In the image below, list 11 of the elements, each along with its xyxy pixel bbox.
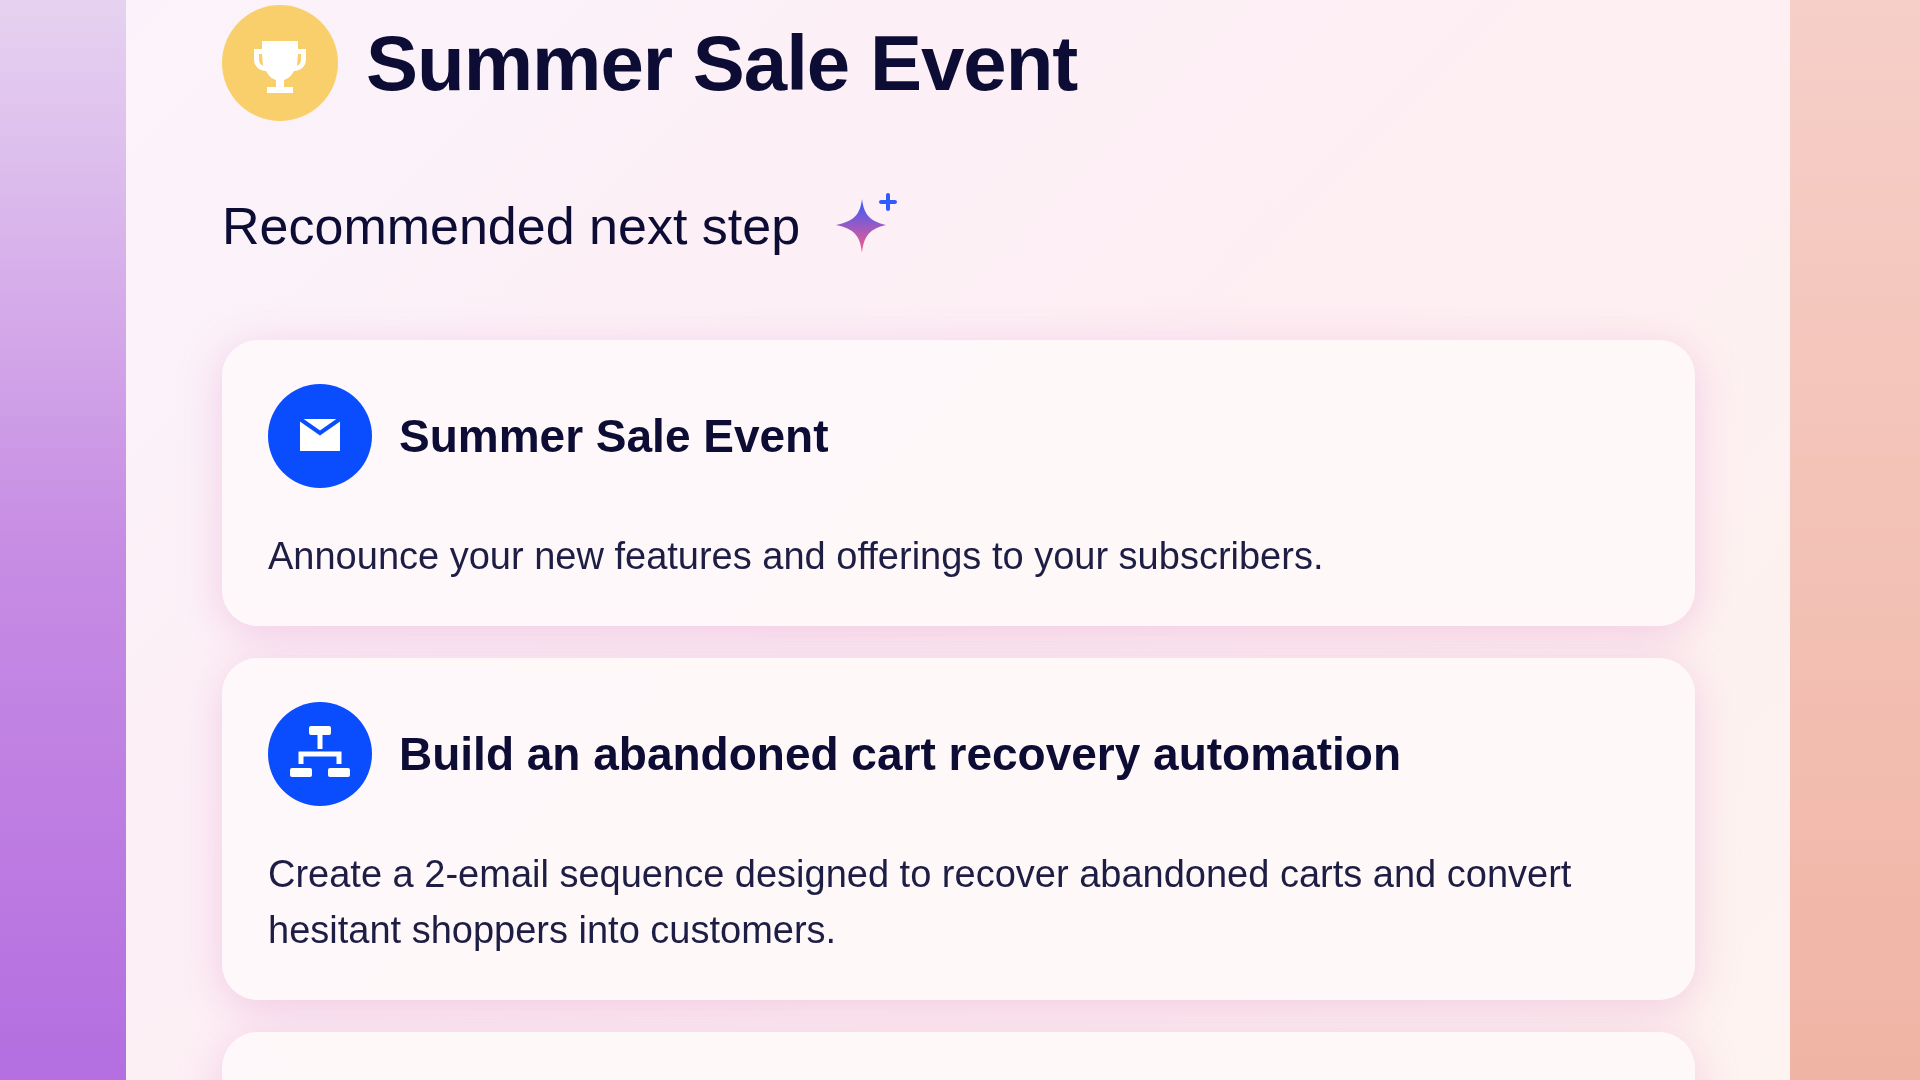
card-title: Summer Sale Event [399,409,829,463]
envelope-icon [268,384,372,488]
section-title: Recommended next step [222,196,801,256]
recommendation-card[interactable]: Build an abandoned cart recovery automation Create a 2-email sequence designed to recover abandoned carts and convert hesitant shoppers into customers. [222,658,1695,1000]
card-description: Create a 2-email sequence designed to recover abandoned carts and convert hesitant shoppers into customers. [268,852,1573,953]
card-description: Announce your new features and offerings to your subscribers. [268,534,1325,579]
trophy-icon [222,5,338,121]
flowchart-icon [268,702,372,806]
recommendation-card[interactable]: Summer Sale Event Announce your new features and offerings to your subscribers. [222,340,1695,626]
card-title: Build an abandoned cart recovery automation [399,727,1401,781]
page-title: Summer Sale Event [366,17,1078,109]
